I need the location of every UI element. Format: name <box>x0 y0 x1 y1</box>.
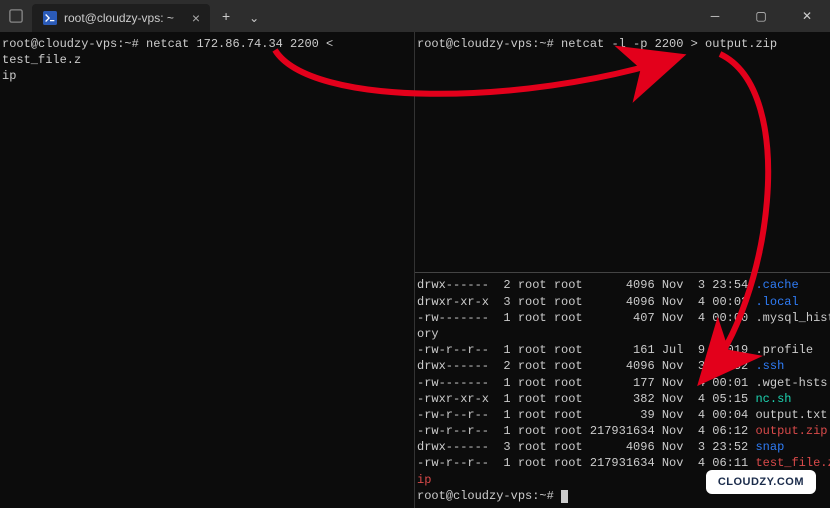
new-tab-button[interactable]: + <box>212 4 240 32</box>
titlebar: root@cloudzy-vps: ~ × + ⌄ ─ ▢ ✕ <box>0 0 830 32</box>
maximize-button[interactable]: ▢ <box>738 0 784 32</box>
file-name: .ssh <box>755 359 784 373</box>
powershell-icon <box>42 10 58 26</box>
app-menu-icon[interactable] <box>0 0 32 32</box>
window-controls: ─ ▢ ✕ <box>692 0 830 32</box>
file-name: snap <box>755 440 784 454</box>
command-wrap: ip <box>2 69 16 83</box>
file-name: .local <box>755 295 798 309</box>
terminal-pane-left[interactable]: root@cloudzy-vps:~# netcat 172.86.74.34 … <box>0 32 415 508</box>
file-name: .cache <box>755 278 798 292</box>
file-name: nc.sh <box>755 392 791 406</box>
tab-active[interactable]: root@cloudzy-vps: ~ × <box>32 4 210 32</box>
tab-close-icon[interactable]: × <box>192 10 200 26</box>
file-name: output.zip <box>755 424 827 438</box>
watermark-badge: CLOUDZY.COM <box>706 470 816 494</box>
file-name-wrap: ip <box>417 473 431 487</box>
file-name: test_file.z <box>755 456 830 470</box>
tab-dropdown-icon[interactable]: ⌄ <box>240 4 268 32</box>
tab-title: root@cloudzy-vps: ~ <box>64 11 174 25</box>
terminal-panes: root@cloudzy-vps:~# netcat 172.86.74.34 … <box>0 32 830 508</box>
command-text: netcat -l -p 2200 > output.zip <box>561 37 777 51</box>
minimize-button[interactable]: ─ <box>692 0 738 32</box>
prompt: root@cloudzy-vps:~# <box>417 37 554 51</box>
cursor <box>561 490 568 503</box>
close-window-button[interactable]: ✕ <box>784 0 830 32</box>
prompt: root@cloudzy-vps:~# <box>2 37 139 51</box>
terminal-pane-right[interactable]: root@cloudzy-vps:~# netcat -l -p 2200 > … <box>415 32 830 508</box>
